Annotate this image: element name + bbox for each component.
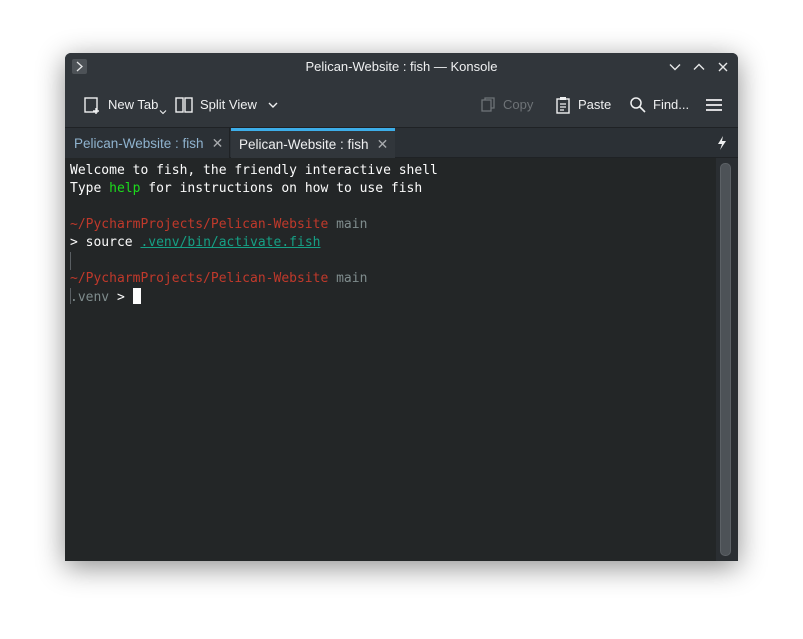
command-text: source bbox=[85, 235, 141, 250]
command-line-1: > source .venv/bin/activate.fish bbox=[70, 234, 320, 252]
close-icon bbox=[718, 62, 728, 72]
command-path-link[interactable]: .venv/bin/activate.fish bbox=[140, 235, 320, 250]
chevron-up-icon bbox=[693, 63, 705, 70]
window-title: Pelican-Website : fish — Konsole bbox=[305, 59, 498, 74]
chevron-down-icon bbox=[669, 64, 681, 71]
new-tab-button[interactable]: New Tab bbox=[82, 82, 167, 127]
prompt-path: ~/PycharmProjects/Pelican-Website bbox=[70, 217, 329, 232]
command-line-2: .venv > bbox=[70, 288, 141, 307]
close-tab-icon[interactable]: ✕ bbox=[212, 135, 224, 152]
welcome-line: Welcome to fish, the friendly interactiv… bbox=[70, 163, 438, 178]
paste-label: Paste bbox=[578, 97, 612, 112]
prompt-symbol: > bbox=[109, 290, 133, 305]
tab-bar: Pelican-Website : fish ✕ Pelican-Website… bbox=[65, 127, 738, 158]
new-tab-label: New Tab bbox=[108, 97, 159, 112]
chevron-down-icon bbox=[268, 102, 278, 108]
lightning-icon bbox=[718, 136, 726, 150]
close-window-button[interactable] bbox=[713, 57, 733, 77]
help-line: Type help for instructions on how to use… bbox=[70, 180, 422, 198]
help-prefix: Type bbox=[70, 181, 110, 196]
find-button[interactable]: Find... bbox=[629, 82, 689, 127]
find-label: Find... bbox=[653, 97, 690, 112]
venv-indicator: .venv bbox=[70, 290, 110, 305]
copy-icon bbox=[481, 96, 495, 112]
hamburger-menu-icon bbox=[706, 98, 722, 111]
tab-session-1[interactable]: Pelican-Website : fish ✕ bbox=[65, 128, 230, 158]
minimize-button[interactable] bbox=[665, 57, 685, 77]
close-tab-icon[interactable]: ✕ bbox=[377, 136, 389, 153]
new-tab-icon bbox=[84, 96, 99, 114]
split-view-icon bbox=[175, 96, 193, 113]
prompt-path: ~/PycharmProjects/Pelican-Website bbox=[70, 271, 329, 286]
chevron-down-icon bbox=[159, 109, 167, 114]
paste-button[interactable]: Paste bbox=[554, 82, 611, 127]
prompt-line-1: ~/PycharmProjects/Pelican-Website main bbox=[70, 216, 367, 234]
maximize-button[interactable] bbox=[689, 57, 709, 77]
quick-commands-button[interactable] bbox=[715, 135, 729, 151]
terminal-output[interactable]: Welcome to fish, the friendly interactiv… bbox=[65, 158, 716, 561]
tab-label: Pelican-Website : fish bbox=[74, 135, 204, 151]
konsole-window: Pelican-Website : fish — Konsole New Tab bbox=[65, 53, 738, 561]
copy-label: Copy bbox=[503, 97, 534, 112]
text-cursor bbox=[132, 288, 141, 304]
help-command: help bbox=[109, 181, 141, 196]
help-suffix: for instructions on how to use fish bbox=[140, 181, 423, 196]
toolbar: New Tab Split View Copy Paste Find... bbox=[65, 82, 738, 127]
tab-label: Pelican-Website : fish bbox=[239, 137, 369, 152]
prompt-guide-line bbox=[70, 252, 71, 270]
scrollbar-thumb[interactable] bbox=[720, 163, 731, 556]
title-bar: Pelican-Website : fish — Konsole bbox=[65, 53, 738, 82]
search-icon bbox=[630, 96, 646, 113]
copy-button[interactable]: Copy bbox=[479, 82, 533, 127]
git-branch: main bbox=[328, 217, 368, 232]
split-view-button[interactable]: Split View bbox=[174, 82, 279, 127]
hamburger-menu-button[interactable] bbox=[705, 82, 723, 127]
split-view-label: Split View bbox=[200, 97, 257, 112]
paste-icon bbox=[556, 96, 570, 114]
tab-session-2[interactable]: Pelican-Website : fish ✕ bbox=[231, 128, 395, 158]
prompt-guide-line bbox=[70, 288, 71, 304]
prompt-symbol: > bbox=[70, 235, 86, 250]
git-branch: main bbox=[328, 271, 368, 286]
prompt-line-2: ~/PycharmProjects/Pelican-Website main bbox=[70, 270, 367, 288]
